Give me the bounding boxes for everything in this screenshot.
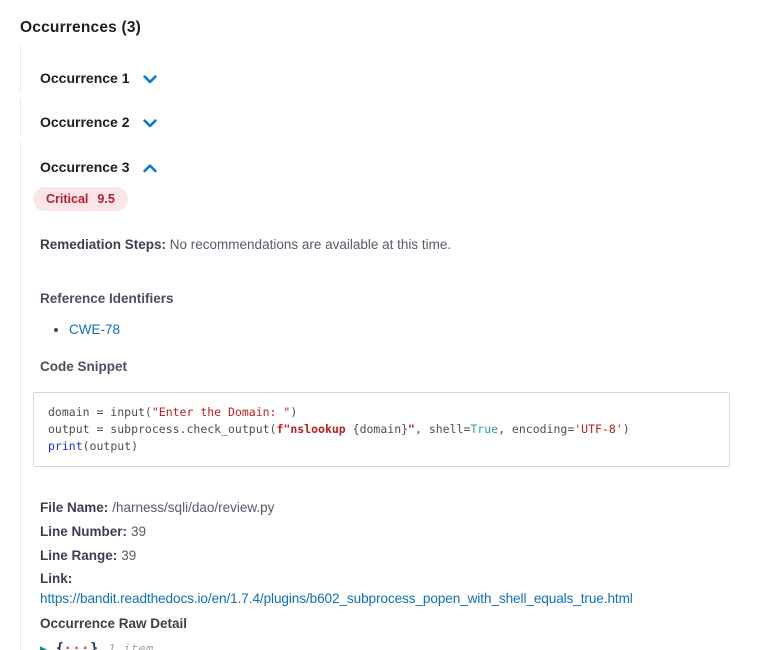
chevron-down-icon[interactable] <box>143 75 157 84</box>
line-range-value: 39 <box>121 548 136 563</box>
occurrence-3-header[interactable]: Occurrence 3 <box>40 159 157 175</box>
code-snippet-heading: Code Snippet <box>40 359 751 374</box>
occurrence-2-header[interactable]: Occurrence 2 <box>40 114 157 130</box>
code-line: domain = input("Enter the Domain: ") <box>48 404 715 421</box>
bandit-doc-link[interactable]: https://bandit.readthedocs.io/en/1.7.4/p… <box>40 589 633 608</box>
code-line: print(output) <box>48 438 715 455</box>
code-lines: domain = input("Enter the Domain: ")outp… <box>48 404 715 455</box>
link-label: Link: <box>40 569 751 589</box>
occurrence-raw-detail-heading: Occurrence Raw Detail <box>40 614 751 634</box>
json-open-brace: { <box>56 641 64 650</box>
occurrence-1-label: Occurrence 1 <box>40 70 130 86</box>
chevron-down-icon[interactable] <box>143 119 157 128</box>
line-number-label: Line Number: <box>40 524 127 539</box>
reference-list-item: CWE-78 <box>69 322 751 337</box>
json-ellipsis: ... <box>64 638 90 650</box>
occurrences-page: Occurrences (3) Occurrence 1 Occurrence … <box>0 0 771 650</box>
json-item-count: 1 item <box>108 641 153 650</box>
json-collapsed-node[interactable]: {...} <box>56 641 98 650</box>
json-viewer-row: ▶ {...} 1 item <box>40 641 751 650</box>
occurrence-2-label: Occurrence 2 <box>40 114 130 130</box>
severity-badge: Critical 9.5 <box>33 187 128 211</box>
occurrence-panels: Occurrence 1 Occurrence 2 Occurrence 3 <box>20 46 751 650</box>
remediation-label: Remediation Steps: <box>40 237 166 252</box>
file-name-row: File Name: /harness/sqli/dao/review.py <box>40 496 751 520</box>
occurrence-1-header[interactable]: Occurrence 1 <box>40 70 157 86</box>
line-range-row: Line Range: 39 <box>40 544 751 568</box>
occurrence-3-panel: Occurrence 3 Critical 9.5 Remediation St… <box>20 142 751 650</box>
code-snippet-box: domain = input("Enter the Domain: ")outp… <box>33 392 730 467</box>
link-block: Link: https://bandit.readthedocs.io/en/1… <box>40 569 751 608</box>
line-number-value: 39 <box>131 524 146 539</box>
file-name-value: /harness/sqli/dao/review.py <box>112 500 274 515</box>
occurrence-2-panel: Occurrence 2 <box>20 98 751 136</box>
reference-identifiers-heading: Reference Identifiers <box>40 291 751 306</box>
file-name-label: File Name: <box>40 500 108 515</box>
occurrence-1-panel: Occurrence 1 <box>20 46 751 92</box>
reference-list: CWE-78 <box>40 322 751 337</box>
occurrence-3-label: Occurrence 3 <box>40 159 130 175</box>
code-line: output = subprocess.check_output(f"nsloo… <box>48 421 715 438</box>
page-title: Occurrences (3) <box>20 19 751 37</box>
json-close-brace: } <box>90 641 98 650</box>
remediation-steps: Remediation Steps: No recommendations ar… <box>40 237 751 252</box>
remediation-text: No recommendations are available at this… <box>166 237 451 252</box>
occurrence-fields: File Name: /harness/sqli/dao/review.py Li… <box>40 496 751 568</box>
line-range-label: Line Range: <box>40 548 117 563</box>
line-number-row: Line Number: 39 <box>40 520 751 544</box>
cwe-link[interactable]: CWE-78 <box>69 322 120 337</box>
severity-label: Critical <box>46 192 88 206</box>
triangle-right-icon[interactable]: ▶ <box>40 642 47 650</box>
chevron-up-icon[interactable] <box>143 164 157 173</box>
severity-score: 9.5 <box>97 192 114 206</box>
